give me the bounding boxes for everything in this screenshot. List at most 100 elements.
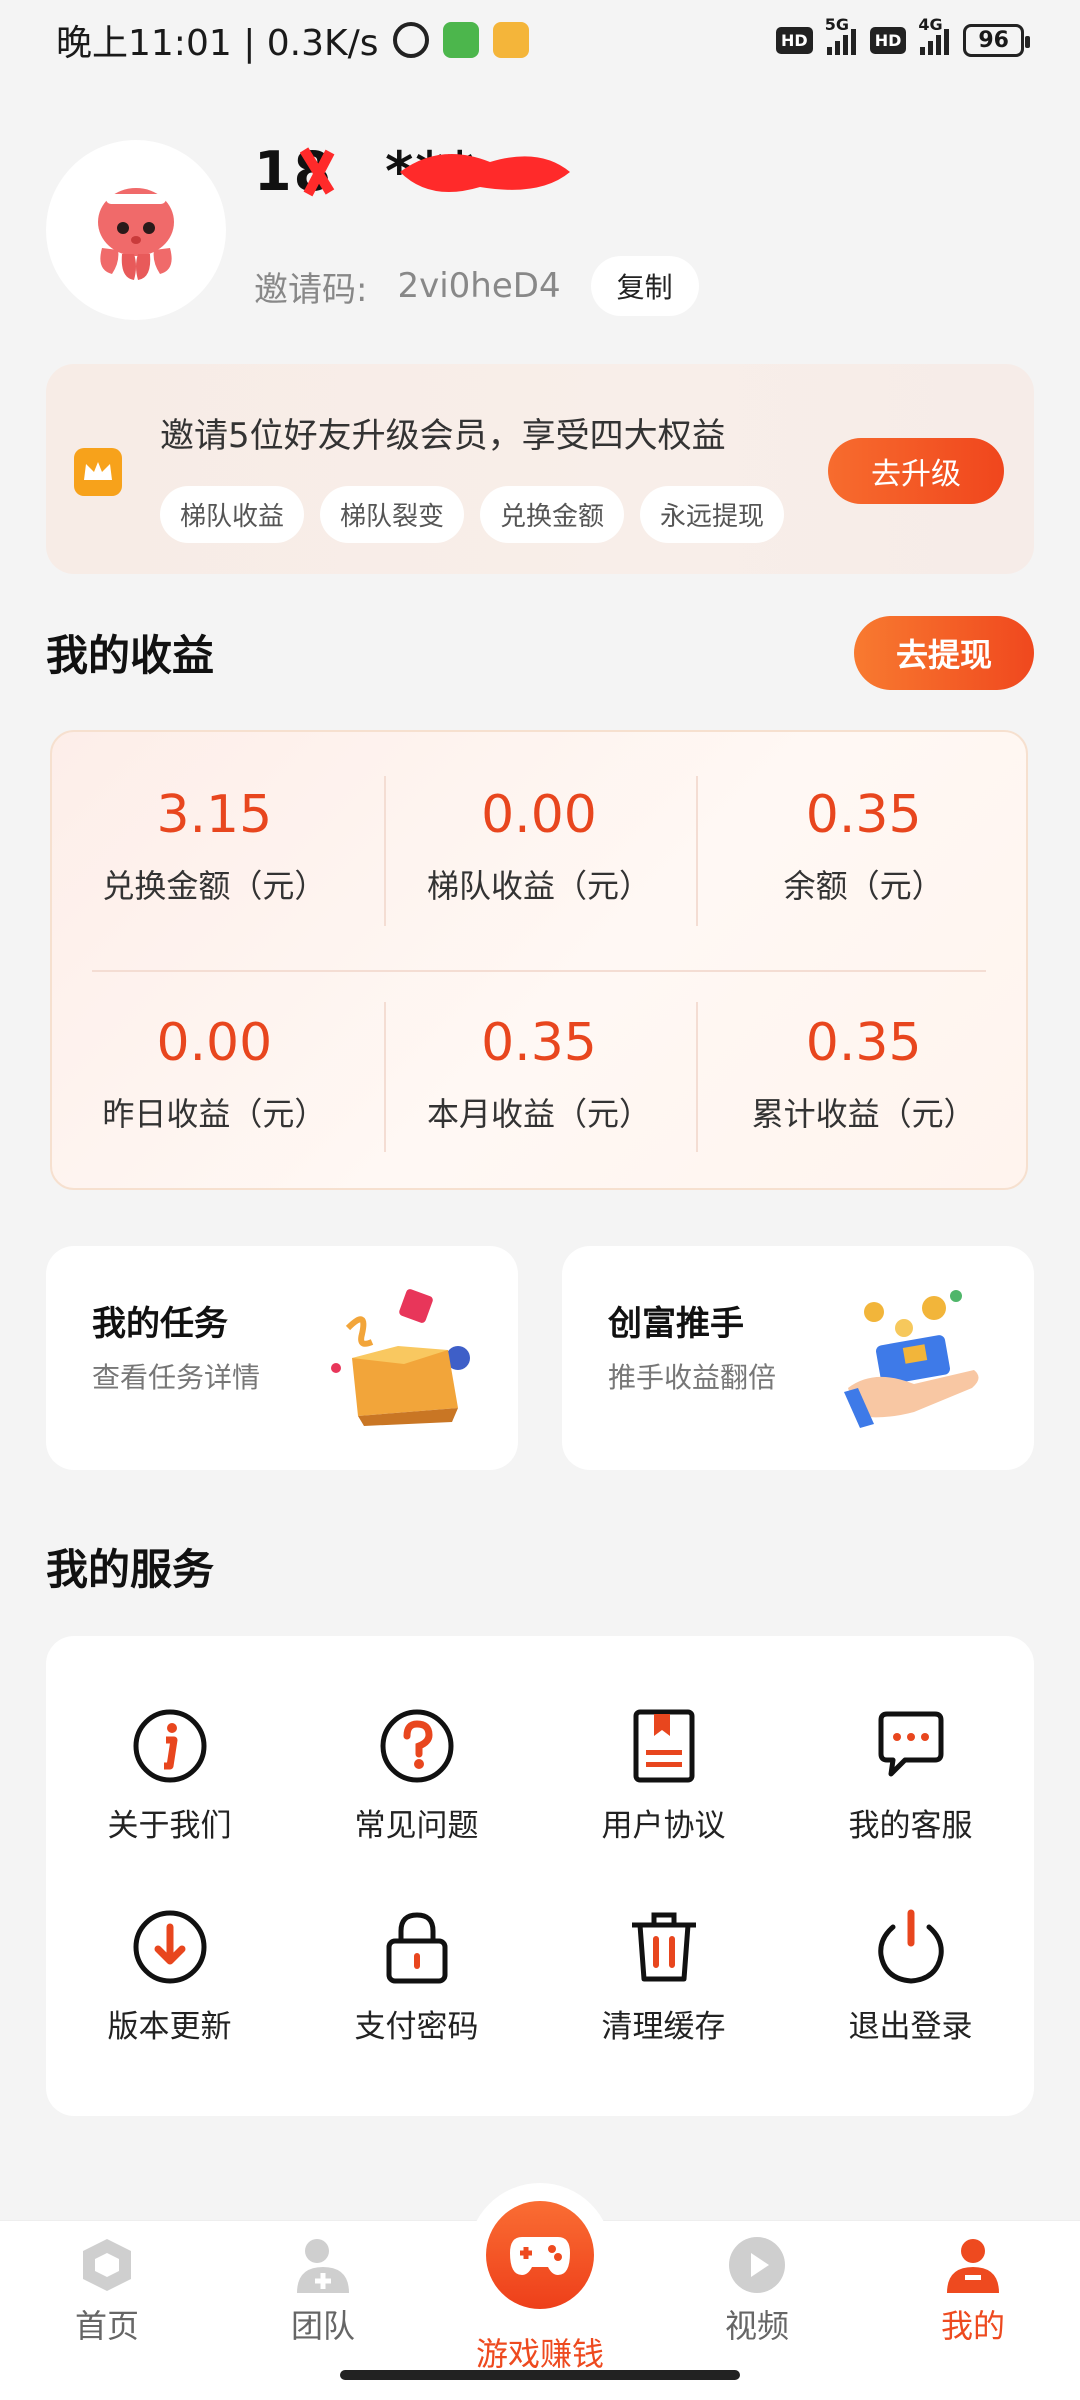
question-icon (377, 1706, 457, 1786)
service-pay-password[interactable]: 支付密码 (293, 1907, 540, 2046)
upgrade-tags: 梯队收益 梯队裂变 兑换金额 永远提现 (160, 486, 785, 543)
coin-hand-icon (844, 1290, 979, 1428)
nav-game-button[interactable] (468, 2183, 612, 2327)
divider (696, 1002, 698, 1152)
invite-row: 邀请码: 2vi0heD4 复制 (254, 256, 699, 316)
service-faq[interactable]: 常见问题 (293, 1706, 540, 1845)
service-agreement[interactable]: 用户协议 (540, 1706, 787, 1845)
earning-label: 本月收益（元） (426, 1095, 651, 1133)
benefit-tag: 梯队收益 (160, 486, 305, 543)
services-title: 我的服务 (46, 1545, 215, 1594)
nav-label: 我的 (940, 2307, 1005, 2345)
nav-game-label[interactable]: 游戏赚钱 (440, 2329, 640, 2375)
service-label: 版本更新 (107, 2009, 232, 2045)
service-label: 用户协议 (601, 1808, 726, 1844)
signal-icon: 5G (825, 15, 856, 55)
earning-value: 0.00 (481, 785, 597, 845)
earning-item-total[interactable]: 0.35 累计收益（元） (701, 960, 1026, 1188)
note-app-icon (492, 22, 529, 58)
upgrade-banner[interactable]: 邀请5位好友升级会员，享受四大权益 梯队收益 梯队裂变 兑换金额 永远提现 去升… (46, 364, 1034, 574)
octopus-avatar-icon (98, 188, 174, 280)
divider (384, 776, 386, 926)
copy-button[interactable]: 复制 (590, 256, 699, 316)
status-time: 晚上11:01 | 0.3K/s (56, 23, 379, 64)
services-panel: 关于我们 常见问题 用户协议 我的客服 版本更新 支付密码 清理缓存 退出登录 (46, 1636, 1034, 2116)
earning-value: 0.35 (481, 1013, 597, 1073)
user-icon (943, 2235, 1003, 2295)
tool-app-icon (442, 22, 479, 58)
cube-icon (77, 2235, 137, 2295)
benefit-tag: 梯队裂变 (320, 486, 465, 543)
lock-icon (377, 1907, 457, 1987)
nav-label: 视频 (724, 2307, 789, 2345)
upgrade-button[interactable]: 去升级 (828, 438, 1004, 504)
nav-team[interactable]: 团队 (248, 2221, 398, 2347)
service-support[interactable]: 我的客服 (787, 1706, 1034, 1845)
nav-mine[interactable]: 我的 (898, 2221, 1048, 2347)
divider (384, 1002, 386, 1152)
earnings-card: 3.15 兑换金额（元） 0.00 梯队收益（元） 0.35 余额（元） 0.0… (50, 730, 1028, 1190)
earning-item-balance[interactable]: 0.35 余额（元） (701, 732, 1026, 960)
card-title: 创富推手 (608, 1304, 744, 1344)
play-icon (727, 2235, 787, 2295)
invite-label: 邀请码: (254, 269, 368, 310)
earning-item-team[interactable]: 0.00 梯队收益（元） (377, 732, 702, 960)
boost-card[interactable]: 创富推手 推手收益翻倍 (562, 1246, 1034, 1470)
card-subtitle: 查看任务详情 (92, 1361, 261, 1394)
signal-icon-2: 4G (918, 15, 950, 55)
earning-item-yesterday[interactable]: 0.00 昨日收益（元） (52, 960, 377, 1188)
battery-icon: 96 (963, 23, 1030, 57)
document-icon (624, 1706, 704, 1786)
avatar[interactable] (46, 140, 226, 320)
status-bar: 晚上11:01 | 0.3K/s HD 5G HD 4G 96 (0, 0, 1080, 80)
redaction-scribble (300, 147, 570, 197)
service-label: 退出登录 (848, 2009, 973, 2045)
alarm-icon (392, 22, 429, 58)
earning-label: 兑换金额（元） (102, 867, 327, 905)
earning-item-exchange[interactable]: 3.15 兑换金额（元） (52, 732, 377, 960)
hd-badge-2: HD (869, 26, 907, 54)
earning-value: 0.00 (156, 1013, 273, 1073)
divider (92, 970, 986, 972)
invite-code: 2vi0heD4 (397, 266, 561, 306)
upgrade-title: 邀请5位好友升级会员，享受四大权益 (160, 416, 726, 456)
download-icon (130, 1907, 210, 1987)
earning-label: 累计收益（元） (751, 1095, 976, 1133)
card-subtitle: 推手收益翻倍 (608, 1361, 777, 1394)
trash-icon (624, 1907, 704, 1987)
earning-item-month[interactable]: 0.35 本月收益（元） (377, 960, 702, 1188)
team-icon (293, 2235, 353, 2295)
info-icon (130, 1706, 210, 1786)
service-logout[interactable]: 退出登录 (787, 1907, 1034, 2046)
service-label: 关于我们 (107, 1808, 232, 1844)
service-label: 常见问题 (354, 1808, 479, 1844)
earning-value: 0.35 (805, 785, 922, 845)
chat-icon (871, 1706, 951, 1786)
earning-value: 3.15 (156, 785, 273, 845)
card-title: 我的任务 (92, 1304, 228, 1344)
task-box-icon (331, 1289, 470, 1426)
service-label: 我的客服 (848, 1808, 973, 1844)
divider (696, 776, 698, 926)
home-indicator[interactable] (340, 2370, 740, 2380)
service-update[interactable]: 版本更新 (46, 1907, 293, 2046)
nav-label: 首页 (74, 2307, 139, 2345)
service-label: 清理缓存 (601, 2009, 726, 2045)
my-tasks-card[interactable]: 我的任务 查看任务详情 (46, 1246, 518, 1470)
service-about[interactable]: 关于我们 (46, 1706, 293, 1845)
nav-video[interactable]: 视频 (682, 2221, 832, 2347)
service-label: 支付密码 (354, 2009, 479, 2045)
hd-badge: HD (776, 26, 813, 54)
earning-label: 昨日收益（元） (102, 1095, 327, 1133)
service-clear-cache[interactable]: 清理缓存 (540, 1907, 787, 2046)
benefit-tag: 永远提现 (640, 486, 785, 543)
earnings-title: 我的收益 (46, 631, 215, 680)
nav-home[interactable]: 首页 (32, 2221, 182, 2347)
benefit-tag: 兑换金额 (480, 486, 625, 543)
earning-label: 余额（元） (783, 867, 944, 905)
crown-icon (74, 448, 122, 496)
withdraw-button[interactable]: 去提现 (854, 616, 1034, 690)
earning-label: 梯队收益（元） (426, 867, 651, 905)
nav-label: 团队 (290, 2307, 355, 2345)
gamepad-icon (486, 2201, 594, 2309)
